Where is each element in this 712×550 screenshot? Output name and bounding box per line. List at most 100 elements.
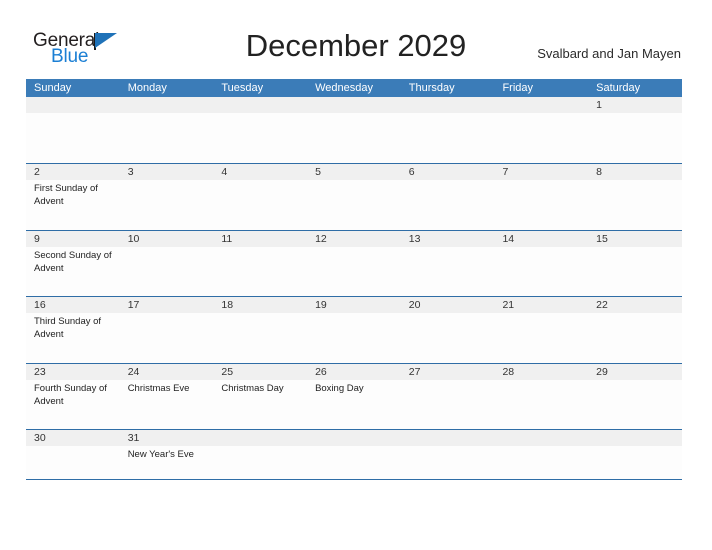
day-number: 21: [502, 299, 515, 311]
calendar-day-cell[interactable]: 12: [307, 231, 401, 297]
calendar-day-cell[interactable]: 6: [401, 164, 495, 230]
event-label: Christmas Day: [221, 382, 284, 394]
calendar-week-row: 30 31 New Year's Eve: [26, 429, 682, 479]
day-cell-group: 9 Second Sunday of Advent 10 11 12 13 14 15: [26, 231, 682, 297]
event-label: Second Sunday of Advent: [34, 249, 112, 274]
calendar-week-row: 9 Second Sunday of Advent 10 11 12 13 14 15: [26, 229, 682, 297]
day-number: [315, 430, 401, 446]
calendar-day-cell[interactable]: 21: [494, 297, 588, 363]
calendar-day-cell-empty: [401, 430, 495, 479]
calendar-weeks: 1 2 First Sunday of Advent 3 4 5 6 7 8 9 Second Su…: [26, 97, 682, 479]
day-number: [128, 97, 214, 113]
calendar-page: General Blue December 2029 Svalbard and …: [0, 0, 712, 550]
day-number: [596, 430, 682, 446]
day-cell-group: 1: [26, 97, 682, 163]
calendar-week-row: 23 Fourth Sunday of Advent 24 Christmas Eve…: [26, 362, 682, 430]
calendar-day-cell[interactable]: 30: [26, 430, 120, 479]
weekday-sunday: Sunday: [34, 82, 72, 94]
calendar-day-cell[interactable]: 3: [120, 164, 214, 230]
calendar-day-cell[interactable]: 18: [213, 297, 307, 363]
calendar-day-cell[interactable]: 31 New Year's Eve: [120, 430, 214, 479]
calendar-day-cell-empty: [307, 430, 401, 479]
calendar-day-cell[interactable]: 11: [213, 231, 307, 297]
weekday-tuesday: Tuesday: [221, 82, 264, 94]
region-label: Svalbard and Jan Mayen: [537, 46, 681, 61]
day-number: 27: [408, 365, 421, 378]
day-events: New Year's Eve: [128, 446, 214, 461]
calendar-grid: Sunday Monday Tuesday Wednesday Thursday…: [26, 79, 682, 480]
weekday-friday: Friday: [502, 82, 533, 94]
day-number: 12: [315, 232, 327, 245]
weekday-wednesday: Wednesday: [315, 82, 373, 94]
calendar-day-cell[interactable]: 13: [401, 231, 495, 297]
calendar-day-cell[interactable]: 14: [494, 231, 588, 297]
calendar-day-cell[interactable]: 19: [307, 297, 401, 363]
day-events: Second Sunday of Advent: [34, 247, 120, 275]
calendar-day-cell[interactable]: 29: [588, 364, 682, 430]
calendar-day-cell[interactable]: 9 Second Sunday of Advent: [26, 231, 120, 297]
calendar-week-row: 16 Third Sunday of Advent 17 18 19 20 21 22: [26, 296, 682, 363]
calendar-day-cell[interactable]: 23 Fourth Sunday of Advent: [26, 364, 120, 430]
calendar-day-cell[interactable]: 22: [588, 297, 682, 363]
calendar-day-cell[interactable]: 1: [588, 97, 682, 163]
calendar-day-cell-empty: [213, 97, 307, 163]
calendar-day-cell[interactable]: 4: [213, 164, 307, 230]
day-number: [221, 97, 307, 113]
day-number: 2: [34, 166, 40, 178]
day-number: [409, 430, 495, 446]
day-number: 30: [34, 432, 46, 444]
day-number: 20: [408, 299, 421, 311]
day-cell-group: 30 31 New Year's Eve: [26, 430, 682, 479]
calendar-day-cell[interactable]: 8: [588, 164, 682, 230]
day-events: Christmas Day: [221, 380, 307, 395]
event-label: Fourth Sunday of Advent: [34, 382, 107, 407]
event-label: First Sunday of Advent: [34, 183, 98, 207]
weekday-saturday: Saturday: [596, 82, 641, 94]
calendar-day-cell-empty: [120, 97, 214, 163]
day-number: 26: [315, 365, 327, 378]
calendar-day-cell-empty: [494, 430, 588, 479]
day-number: 28: [502, 365, 515, 378]
calendar-day-cell[interactable]: 27: [401, 364, 495, 430]
day-number: 4: [221, 166, 228, 178]
day-number: [34, 97, 120, 113]
day-number: 3: [127, 166, 134, 178]
calendar-day-cell[interactable]: 16 Third Sunday of Advent: [26, 297, 120, 363]
calendar-week-row: 1: [26, 97, 682, 163]
calendar-day-cell[interactable]: 5: [307, 164, 401, 230]
calendar-day-cell[interactable]: 7: [494, 164, 588, 230]
day-number: 31: [127, 432, 140, 444]
day-number: 8: [596, 166, 602, 178]
day-number: 5: [315, 166, 321, 178]
weekday-header-row: Sunday Monday Tuesday Wednesday Thursday…: [26, 79, 682, 97]
calendar-day-cell[interactable]: 2 First Sunday of Advent: [26, 164, 120, 230]
day-number: 29: [596, 365, 608, 378]
day-number: 9: [34, 232, 40, 245]
calendar-day-cell[interactable]: 26 Boxing Day: [307, 364, 401, 430]
day-number: [409, 97, 495, 113]
day-number: [502, 97, 588, 113]
day-cell-group: 16 Third Sunday of Advent 17 18 19 20 21 22: [26, 297, 682, 363]
day-number: 22: [596, 299, 608, 311]
calendar-bottom-rule: [26, 479, 682, 480]
day-number: 19: [315, 299, 327, 311]
day-events: Christmas Eve: [128, 380, 214, 395]
day-number: 11: [221, 232, 233, 245]
day-number: 1: [596, 99, 602, 111]
day-number: 7: [502, 166, 509, 178]
event-label: Third Sunday of Advent: [34, 316, 102, 340]
day-events: Boxing Day: [315, 380, 401, 395]
calendar-day-cell[interactable]: 25 Christmas Day: [213, 364, 307, 430]
calendar-day-cell[interactable]: 10: [120, 231, 214, 297]
calendar-day-cell[interactable]: 20: [401, 297, 495, 363]
calendar-day-cell[interactable]: 24 Christmas Eve: [120, 364, 214, 430]
calendar-day-cell[interactable]: 28: [494, 364, 588, 430]
day-number: 6: [408, 166, 415, 178]
event-label: Christmas Eve: [127, 382, 190, 394]
day-number: 18: [221, 299, 234, 311]
calendar-day-cell[interactable]: 15: [588, 231, 682, 297]
calendar-day-cell-empty: [588, 430, 682, 479]
calendar-day-cell[interactable]: 17: [120, 297, 214, 363]
day-number: 15: [596, 232, 608, 245]
day-number: [221, 430, 307, 446]
